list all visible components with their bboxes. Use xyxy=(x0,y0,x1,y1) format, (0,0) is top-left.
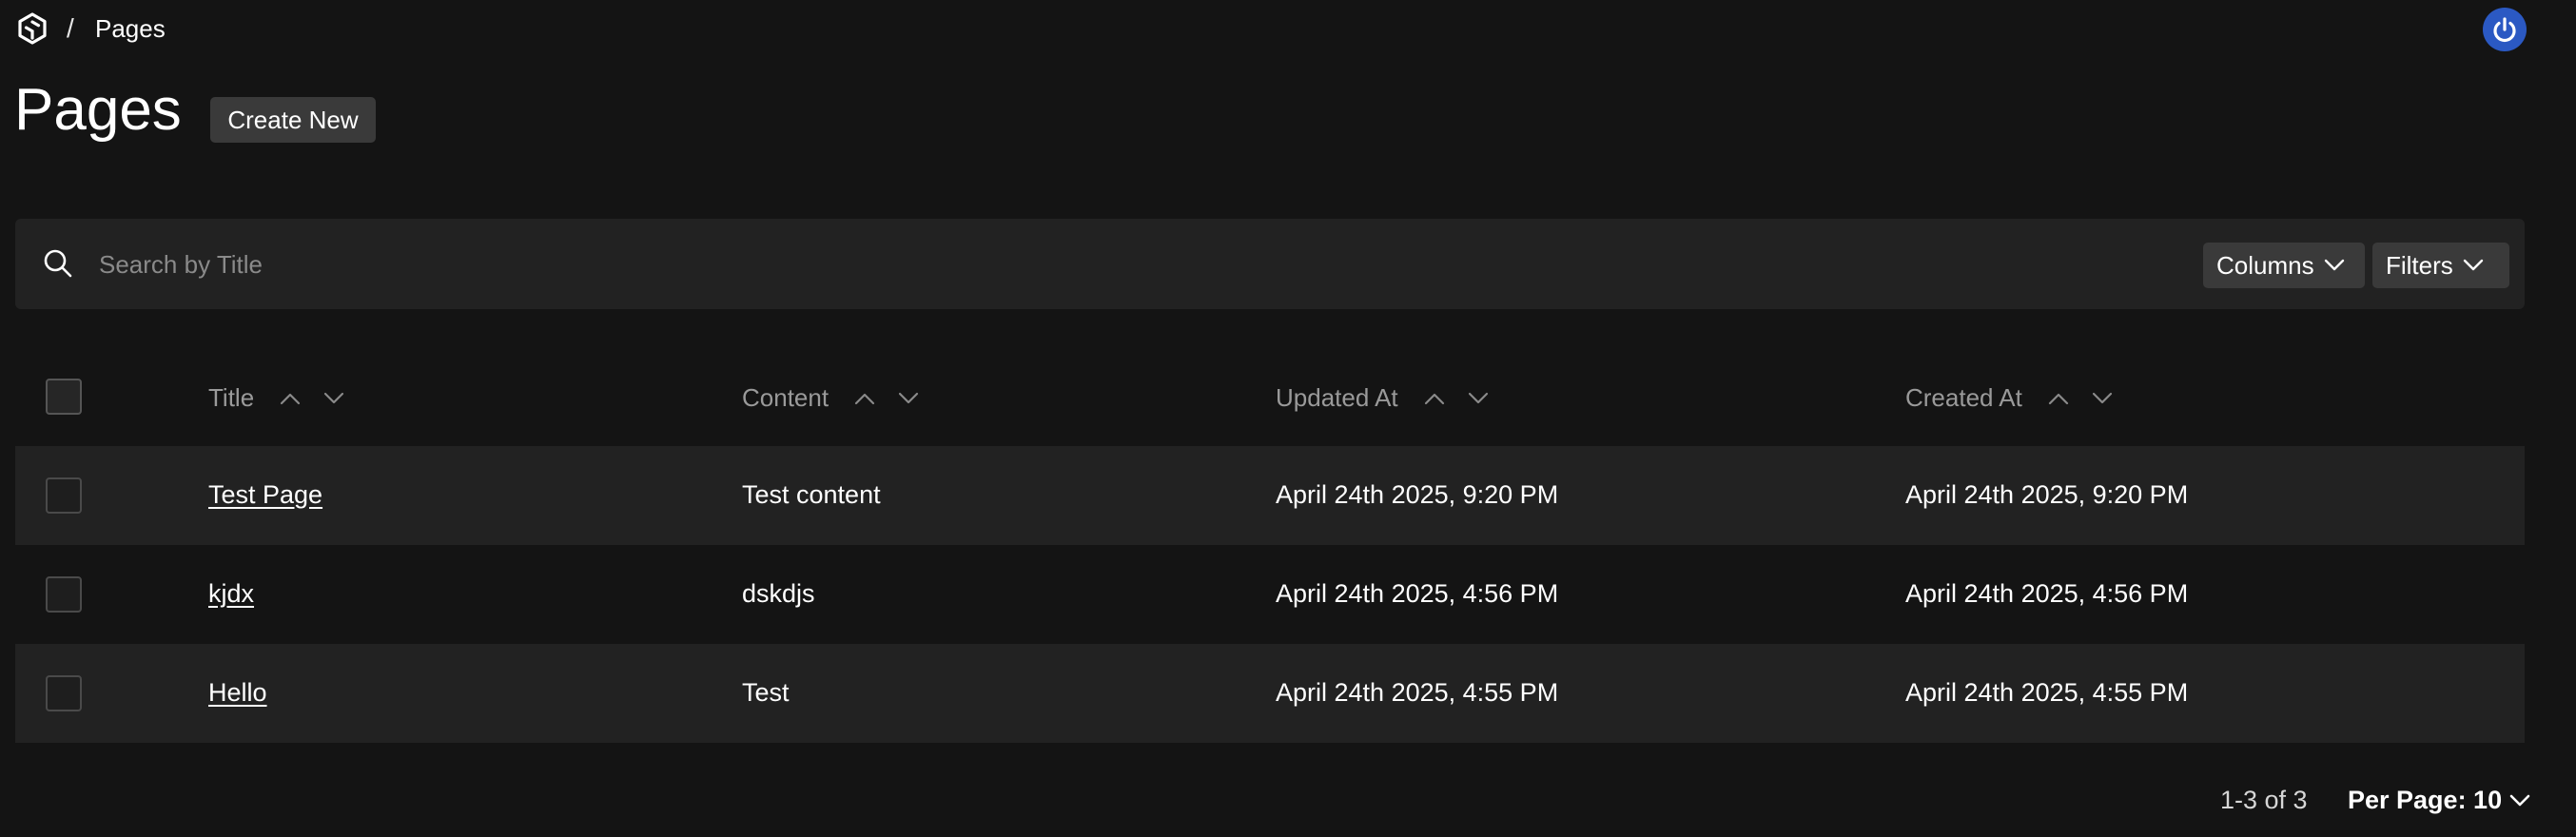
row-updated-at: April 24th 2025, 4:55 PM xyxy=(1276,678,1559,707)
search-icon xyxy=(44,249,72,278)
header-updated-at-label: Updated At xyxy=(1276,383,1398,412)
row-checkbox[interactable] xyxy=(46,576,82,613)
row-title-link[interactable]: Test Page xyxy=(208,480,322,510)
select-all-checkbox[interactable] xyxy=(46,379,82,415)
row-checkbox[interactable] xyxy=(46,675,82,711)
row-content: Test content xyxy=(742,480,881,509)
breadcrumb-current: Pages xyxy=(95,14,166,43)
row-updated-at: April 24th 2025, 9:20 PM xyxy=(1276,480,1559,509)
row-content: Test xyxy=(742,678,790,707)
page-title: Pages xyxy=(14,77,182,143)
row-checkbox[interactable] xyxy=(46,477,82,514)
columns-button[interactable]: Columns xyxy=(2203,243,2365,288)
filters-label: Filters xyxy=(2386,250,2453,280)
table-header: Title Content Updated At Created At xyxy=(15,347,2525,446)
sort-asc-icon[interactable] xyxy=(1423,392,1446,405)
search-toolbar: Columns Filters xyxy=(15,219,2525,309)
sort-asc-icon[interactable] xyxy=(279,392,302,405)
filters-button[interactable]: Filters xyxy=(2372,243,2509,288)
header-updated-at: Updated At xyxy=(1276,383,1490,413)
create-new-button[interactable]: Create New xyxy=(210,97,376,143)
header-content: Content xyxy=(742,383,920,413)
sort-desc-icon[interactable] xyxy=(897,392,920,405)
header-title-label: Title xyxy=(208,383,255,412)
columns-label: Columns xyxy=(2216,250,2314,280)
search-input[interactable] xyxy=(99,240,1240,289)
row-updated-at: April 24th 2025, 4:56 PM xyxy=(1276,579,1559,608)
row-created-at: April 24th 2025, 4:56 PM xyxy=(1905,579,2189,608)
header-content-label: Content xyxy=(742,383,829,412)
power-icon xyxy=(2493,17,2516,43)
sort-asc-icon[interactable] xyxy=(853,392,876,405)
row-title-link[interactable]: kjdx xyxy=(208,579,254,609)
logo-icon[interactable] xyxy=(15,11,49,46)
sort-desc-icon[interactable] xyxy=(322,392,345,405)
sort-desc-icon[interactable] xyxy=(1467,392,1490,405)
top-bar: / Pages xyxy=(0,0,2576,57)
per-page-label: Per Page: 10 xyxy=(2348,786,2503,814)
sort-asc-icon[interactable] xyxy=(2047,392,2070,405)
chevron-down-icon xyxy=(2463,259,2483,271)
per-page-select[interactable]: Per Page: 10 xyxy=(2348,786,2530,815)
table-row[interactable]: Test Page Test content April 24th 2025, … xyxy=(15,446,2525,545)
header-title: Title xyxy=(208,383,345,413)
row-created-at: April 24th 2025, 4:55 PM xyxy=(1905,678,2189,707)
breadcrumb-separator: / xyxy=(67,13,74,43)
chevron-down-icon xyxy=(2324,259,2344,271)
header-created-at-label: Created At xyxy=(1905,383,2022,412)
row-created-at: April 24th 2025, 9:20 PM xyxy=(1905,480,2189,509)
table-row[interactable]: Hello Test April 24th 2025, 4:55 PM Apri… xyxy=(15,644,2525,743)
header-created-at: Created At xyxy=(1905,383,2114,413)
row-title-link[interactable]: Hello xyxy=(208,678,267,708)
power-button[interactable] xyxy=(2483,8,2527,51)
sort-desc-icon[interactable] xyxy=(2091,392,2114,405)
row-content: dskdjs xyxy=(742,579,815,608)
table-row[interactable]: kjdx dskdjs April 24th 2025, 4:56 PM Apr… xyxy=(15,545,2525,644)
chevron-down-icon xyxy=(2509,794,2530,806)
pagination-range: 1-3 of 3 xyxy=(2220,786,2308,814)
